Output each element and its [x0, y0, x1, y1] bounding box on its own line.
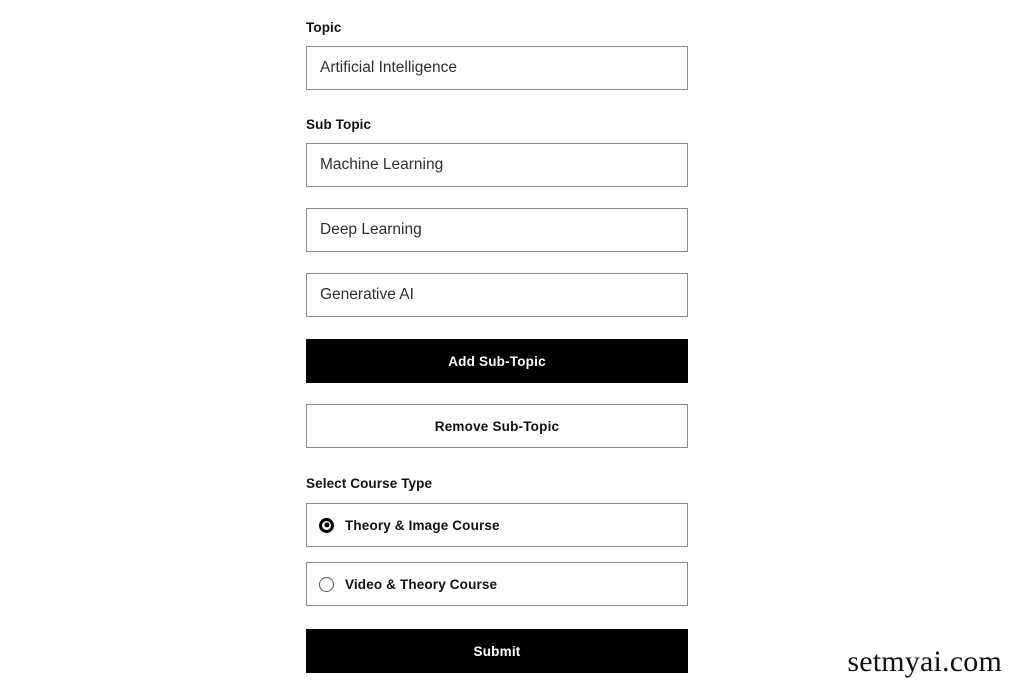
sub-topic-input-1[interactable]: Machine Learning: [306, 143, 688, 187]
course-type-option-theory-image[interactable]: Theory & Image Course: [306, 503, 688, 547]
topic-label: Topic: [306, 20, 342, 35]
select-course-type-label: Select Course Type: [306, 476, 433, 491]
topic-input[interactable]: Artificial Intelligence: [306, 46, 688, 90]
site-watermark: setmyai.com: [847, 645, 1002, 678]
sub-topic-input-3[interactable]: Generative AI: [306, 273, 688, 317]
submit-button[interactable]: Submit: [306, 629, 688, 673]
course-type-option-video-theory[interactable]: Video & Theory Course: [306, 562, 688, 606]
add-sub-topic-button[interactable]: Add Sub-Topic: [306, 339, 688, 383]
sub-topic-label: Sub Topic: [306, 117, 372, 132]
radio-unselected-icon: [319, 576, 334, 592]
course-type-option-label: Video & Theory Course: [345, 576, 498, 592]
radio-selected-icon: [319, 517, 334, 533]
sub-topic-input-2[interactable]: Deep Learning: [306, 208, 688, 252]
remove-sub-topic-button[interactable]: Remove Sub-Topic: [306, 404, 688, 448]
course-type-option-label: Theory & Image Course: [345, 517, 500, 533]
